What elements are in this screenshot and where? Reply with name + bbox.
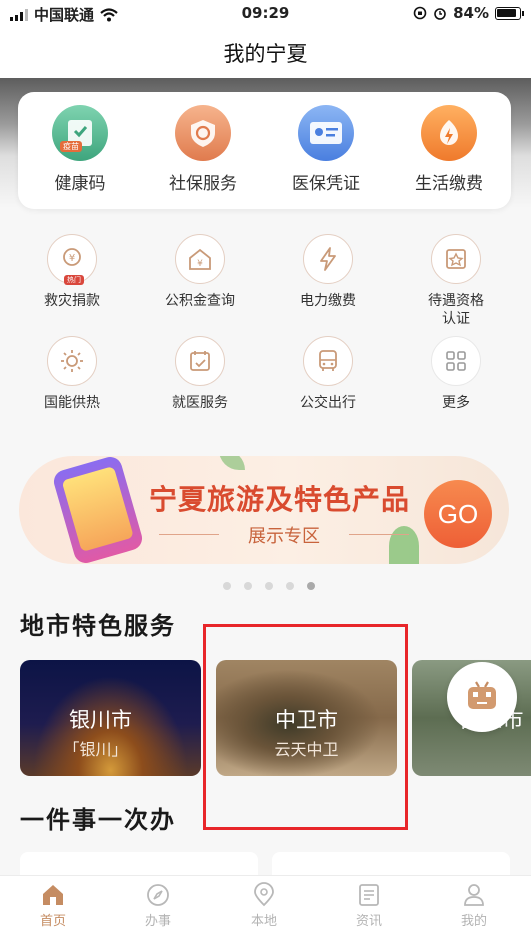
main-service-label: 健康码	[54, 174, 106, 194]
grid-item-label: 国能供热	[44, 395, 100, 411]
hot-badge: 热门	[64, 275, 84, 285]
heating-icon	[47, 336, 97, 386]
user-icon	[464, 884, 484, 906]
svg-text:¥: ¥	[69, 253, 75, 264]
tab-local[interactable]: 本地	[224, 882, 304, 929]
grid-item-more[interactable]: 更多	[396, 336, 516, 412]
tab-label: 本地	[250, 914, 277, 929]
donation-icon: ¥ 热门	[47, 234, 97, 285]
home-icon	[43, 885, 63, 905]
city-name: 银川市	[69, 708, 132, 732]
tab-label: 资讯	[355, 914, 382, 929]
rotation-lock-icon	[413, 6, 427, 20]
highlight-box	[203, 624, 408, 830]
nav-header: 我的宁夏	[0, 26, 531, 78]
tab-services[interactable]: 办事	[118, 882, 198, 929]
grid-item-label: 公交出行	[300, 395, 356, 411]
pagination-dot-active[interactable]	[306, 582, 315, 590]
city-card-yinchuan[interactable]: 银川市 「银川」	[20, 660, 201, 776]
pagination-dot[interactable]	[243, 582, 252, 590]
banner-go-button[interactable]: GO	[424, 480, 492, 548]
grid-item-label: 就医服务	[172, 395, 228, 411]
battery-percent: 84%	[453, 4, 489, 22]
grid-item-label: 更多	[442, 395, 470, 411]
bottom-tabbar: 首页 办事 本地 资讯 我的	[0, 875, 531, 939]
tab-label: 首页	[39, 914, 66, 929]
grid-item-medical-service[interactable]: 就医服务	[140, 336, 260, 412]
banner-pagination	[0, 582, 531, 590]
phone-illustration	[51, 456, 145, 564]
grid-item-qualification[interactable]: 待遇资格 认证	[396, 234, 516, 328]
medical-insurance-icon	[298, 105, 354, 161]
health-code-icon: 疫苗	[52, 105, 108, 161]
grid-item-label: 救灾捐款	[44, 293, 100, 309]
tab-label: 我的	[460, 914, 487, 929]
electricity-icon	[303, 234, 353, 284]
page-title: 我的宁夏	[223, 42, 308, 66]
svg-text:¥: ¥	[197, 259, 203, 269]
grid-item-heating[interactable]: 国能供热	[12, 336, 132, 412]
grid-item-label: 电力缴费	[300, 293, 356, 309]
grid-item-label: 公积金查询	[165, 293, 235, 309]
main-service-utility-payment[interactable]: 生活缴费	[394, 105, 504, 194]
tab-news[interactable]: 资讯	[329, 882, 409, 929]
grid-item-bus[interactable]: 公交出行	[268, 336, 388, 412]
main-service-social-security[interactable]: 社保服务	[148, 105, 258, 194]
promo-banner[interactable]: 宁夏旅游及特色产品 展示专区 GO	[19, 456, 509, 564]
main-service-label: 医保凭证	[292, 174, 360, 194]
pagination-dot[interactable]	[285, 582, 294, 590]
assistant-robot-button[interactable]	[447, 662, 517, 732]
alarm-icon	[434, 8, 446, 20]
more-grid-icon	[431, 336, 481, 386]
grid-item-electricity[interactable]: 电力缴费	[268, 234, 388, 310]
city-slogan: 「银川」	[63, 740, 128, 759]
grid-item-donation[interactable]: ¥ 热门 救灾捐款	[12, 234, 132, 310]
robot-icon	[468, 681, 496, 709]
main-service-health-code[interactable]: 疫苗 健康码	[25, 105, 135, 194]
compass-icon	[147, 884, 169, 906]
tab-mine[interactable]: 我的	[434, 882, 514, 929]
news-icon	[359, 884, 379, 906]
housing-fund-icon: ¥	[175, 234, 225, 284]
main-service-label: 社保服务	[169, 174, 237, 194]
main-service-medical-insurance[interactable]: 医保凭证	[271, 105, 381, 194]
bus-icon	[303, 336, 353, 386]
location-icon	[254, 882, 274, 907]
tab-home[interactable]: 首页	[13, 882, 93, 929]
section-title-one-thing: 一件事一次办	[20, 805, 176, 834]
grid-item-label: 待遇资格 认证	[428, 293, 484, 327]
tab-label: 办事	[144, 914, 171, 929]
battery-icon	[495, 6, 524, 20]
qualification-icon	[431, 234, 481, 284]
social-security-icon	[175, 105, 231, 161]
pagination-dot[interactable]	[264, 582, 273, 590]
status-bar: 中国联通 09:29 84%	[0, 0, 531, 26]
vaccine-badge: 疫苗	[60, 141, 82, 152]
utility-payment-icon	[421, 105, 477, 161]
grid-item-housing-fund[interactable]: ¥ 公积金查询	[140, 234, 260, 310]
section-title-local: 地市特色服务	[20, 611, 176, 640]
leaf-decoration	[219, 456, 245, 470]
banner-subtitle: 展示专区	[149, 522, 419, 548]
pagination-dot[interactable]	[222, 582, 231, 590]
main-service-label: 生活缴费	[415, 174, 483, 194]
medical-service-icon	[175, 336, 225, 386]
banner-title: 宁夏旅游及特色产品	[149, 483, 411, 516]
main-services-card: 疫苗 健康码 社保服务 医保凭证 生活缴费	[18, 92, 511, 209]
